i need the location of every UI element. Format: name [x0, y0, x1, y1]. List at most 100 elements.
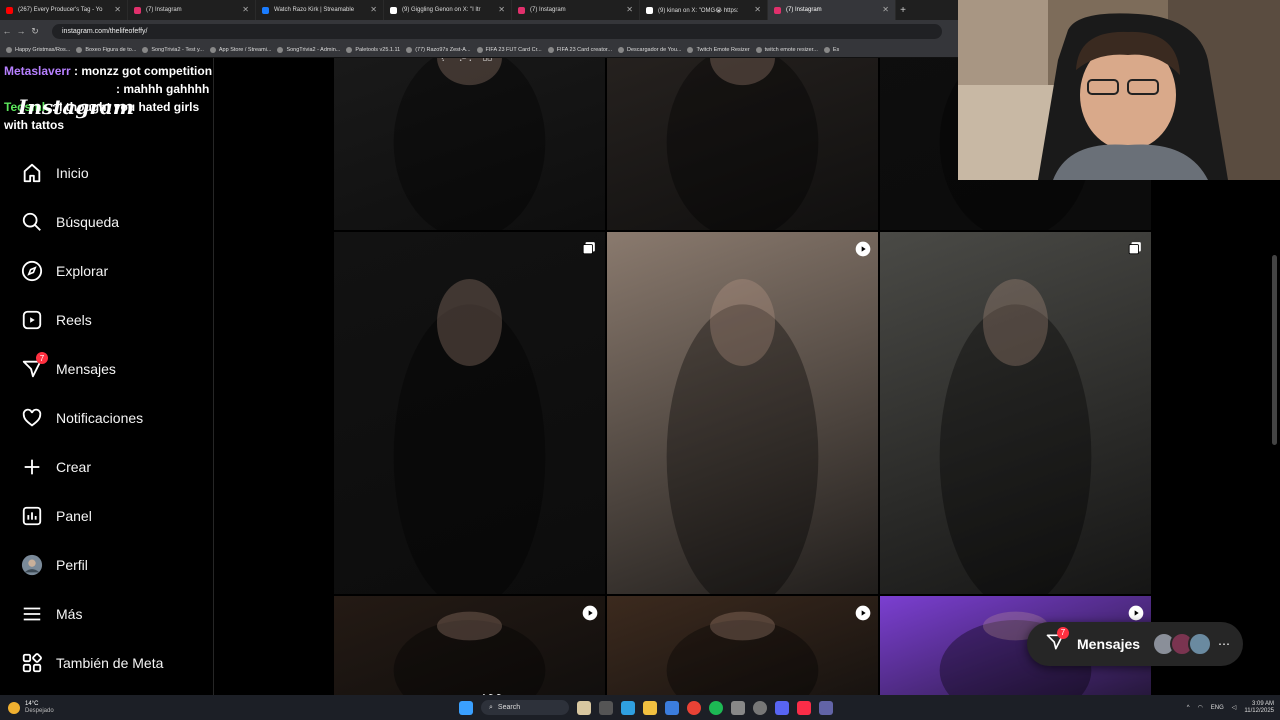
- chart-icon: [20, 504, 44, 528]
- sidebar-item-chart[interactable]: Panel: [20, 503, 92, 529]
- browser-tab[interactable]: (267) Every Producer's Tag - Yo ✕: [0, 0, 128, 20]
- reel-icon: [855, 241, 871, 257]
- post-thumbnail[interactable]: [607, 596, 878, 695]
- weather-widget[interactable]: 14°C Despejado: [8, 701, 54, 715]
- bookmark-item[interactable]: Paletools v25.1.11: [346, 46, 400, 53]
- windows-taskbar: 14°C Despejado ⌕ Search ^ ◠ ENG ◁ 3:09 AM…: [0, 695, 1280, 720]
- messages-label: Mensajes: [1077, 636, 1141, 652]
- weather-icon: [8, 701, 20, 714]
- edge-icon[interactable]: [621, 700, 635, 715]
- avatar: [1188, 632, 1213, 656]
- reload-icon[interactable]: ↻: [28, 26, 42, 37]
- tab-label: (9) kinan on X: "OMG😭 https:: [658, 7, 739, 14]
- taskbar-app-icon[interactable]: [731, 700, 745, 715]
- close-icon[interactable]: ✕: [370, 5, 377, 14]
- sidebar-item-label: Mensajes: [56, 361, 116, 377]
- bookmark-item[interactable]: App Store / Streami...: [209, 46, 271, 53]
- chrome-icon[interactable]: [687, 700, 701, 715]
- bookmark-favicon-icon: [142, 46, 149, 53]
- browser-tab[interactable]: (9) kinan on X: "OMG😭 https: ✕: [640, 0, 768, 20]
- discord-icon[interactable]: [775, 700, 789, 715]
- bookmark-item[interactable]: SongTrivia2 - Test y...: [142, 46, 204, 53]
- bookmark-item[interactable]: Happy Gristmas/Ros...: [6, 46, 70, 53]
- search-icon: ⌕: [489, 703, 493, 711]
- close-icon[interactable]: ✕: [626, 5, 633, 14]
- bookmark-item[interactable]: (77) Razo97s Zest-A...: [406, 46, 471, 53]
- bookmark-item[interactable]: FIFA 23 FUT Card Cr...: [476, 46, 542, 53]
- url-input[interactable]: instagram.com/thelifeofeffy/: [52, 23, 942, 39]
- reels-icon: [20, 308, 44, 332]
- tab-label: (267) Every Producer's Tag - Yo: [18, 7, 103, 13]
- bookmark-item[interactable]: Es: [823, 46, 839, 53]
- bookmark-item[interactable]: Descargador de You...: [618, 46, 681, 53]
- post-thumbnail[interactable]: things i am insecure about·̩̩̥͙ ₊˚✩⋆: [607, 58, 878, 230]
- bookmark-favicon-icon: [6, 46, 12, 53]
- sidebar-item-compass[interactable]: Explorar: [20, 258, 108, 284]
- post-thumbnail[interactable]: [880, 232, 1151, 594]
- post-thumbnail[interactable]: [334, 232, 605, 594]
- heart-icon: [20, 406, 44, 430]
- taskbar-search[interactable]: ⌕ Search: [481, 700, 569, 715]
- sidebar-item-label: También de Meta: [56, 655, 164, 671]
- avatar: [20, 553, 44, 577]
- messenger-icon: 7: [20, 352, 48, 381]
- taskbar-app-icon[interactable]: [577, 700, 591, 715]
- forward-icon[interactable]: →: [14, 26, 28, 36]
- task-view-icon[interactable]: [599, 700, 613, 715]
- close-icon[interactable]: ✕: [498, 5, 505, 14]
- post-thumbnail[interactable]: [607, 232, 878, 594]
- chevron-up-icon[interactable]: ^: [1187, 705, 1190, 711]
- clock[interactable]: 3:09 AM 11/12/2025: [1244, 701, 1274, 715]
- post-thumbnail[interactable]: we are ALL: [334, 596, 605, 695]
- close-icon[interactable]: ✕: [882, 5, 889, 14]
- sidebar-item-messenger[interactable]: 7 Mensajes: [20, 352, 116, 382]
- wifi-icon[interactable]: ◠: [1198, 704, 1203, 711]
- file-explorer-icon[interactable]: [643, 700, 657, 715]
- bookmark-item[interactable]: SongTrivia2 - Admin...: [277, 46, 340, 53]
- address-bar-row: ← → ↻ instagram.com/thelifeofeffy/: [0, 20, 960, 42]
- obs-icon[interactable]: [753, 700, 767, 715]
- sidebar-item-plus[interactable]: Crear: [20, 454, 91, 480]
- spotify-icon[interactable]: [709, 700, 723, 715]
- sidebar-item-meta[interactable]: También de Meta: [20, 650, 163, 676]
- tab-favicon-icon: [6, 6, 13, 14]
- bookmarks-bar: Happy Gristmas/Ros... Boxeo Figura de to.…: [0, 42, 960, 58]
- post-figure: [939, 279, 1092, 594]
- sidebar-item-menu[interactable]: Más: [20, 601, 82, 627]
- sidebar-item-home[interactable]: Inicio: [20, 160, 89, 186]
- browser-tab[interactable]: Watch Razo Kirk | Streamable ✕: [256, 0, 384, 20]
- sidebar-item-reels[interactable]: Reels: [20, 307, 92, 333]
- store-icon[interactable]: [665, 700, 679, 715]
- teams-icon[interactable]: [819, 700, 833, 715]
- chat-message: Metaslaverr : monzz got competition: [4, 64, 213, 78]
- bookmark-item[interactable]: Boxeo Figura de to...: [76, 46, 136, 53]
- plus-icon: [20, 455, 44, 479]
- tab-label: (7) Instagram: [786, 7, 822, 13]
- tab-label: (9) Giggling Genon on X: "I ltr: [402, 7, 481, 13]
- search-icon: [20, 210, 44, 234]
- browser-tab[interactable]: (7) Instagram ✕: [128, 0, 256, 20]
- new-tab-icon[interactable]: +: [896, 5, 910, 16]
- close-icon[interactable]: ✕: [114, 5, 121, 14]
- sidebar-item-avatar[interactable]: Perfil: [20, 552, 88, 578]
- back-icon[interactable]: ←: [0, 26, 14, 36]
- close-icon[interactable]: ✕: [754, 5, 761, 14]
- sidebar-item-heart[interactable]: Notificaciones: [20, 405, 143, 431]
- instagram-logo[interactable]: Instagram: [18, 95, 134, 119]
- browser-tab[interactable]: (9) Giggling Genon on X: "I ltr ✕: [384, 0, 512, 20]
- browser-tab[interactable]: (7) Instagram ✕: [768, 0, 896, 20]
- speaker-icon[interactable]: ◁: [1232, 704, 1237, 711]
- bookmark-item[interactable]: twitch emote resizer...: [755, 46, 818, 53]
- messages-floating-button[interactable]: 7 Mensajes ⋯: [1027, 622, 1243, 666]
- close-icon[interactable]: ✕: [242, 5, 249, 14]
- bookmark-item[interactable]: FIFA 23 Card creator...: [547, 46, 612, 53]
- sidebar-item-search[interactable]: Búsqueda: [20, 209, 119, 235]
- windows-start-icon[interactable]: [459, 700, 473, 715]
- music-icon[interactable]: [797, 700, 811, 715]
- post-thumbnail[interactable]: comparing fake vs real ones·.͙ ⁺˚*•̩̩͙✩•…: [334, 58, 605, 230]
- page-scrollbar[interactable]: [1272, 255, 1277, 445]
- lang-indicator[interactable]: ENG: [1211, 705, 1224, 711]
- browser-tab[interactable]: (7) Instagram ✕: [512, 0, 640, 20]
- bookmark-item[interactable]: Twitch Emote Resizer: [687, 46, 750, 53]
- reel-icon: [855, 605, 871, 621]
